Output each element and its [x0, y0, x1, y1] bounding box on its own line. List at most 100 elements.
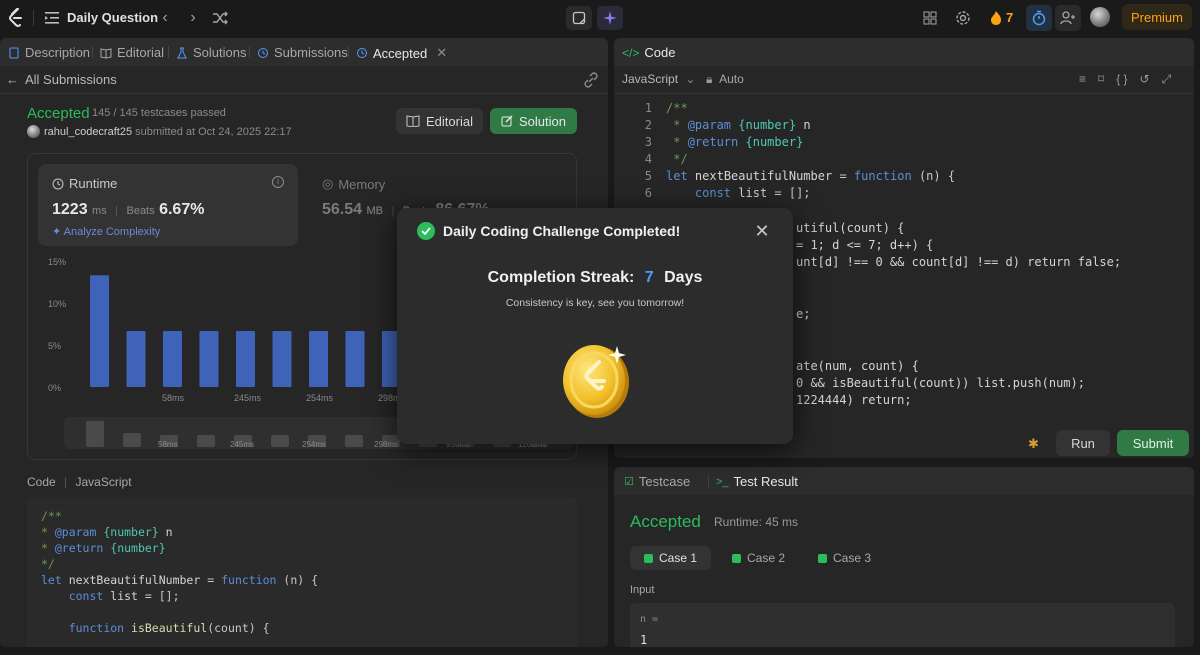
tab-description[interactable]: Description	[8, 45, 90, 60]
tab-editorial[interactable]: Editorial	[100, 45, 164, 60]
distribution-bar[interactable]	[309, 330, 328, 387]
share-link-icon[interactable]	[583, 72, 599, 88]
mini-tick-label: 245ms	[230, 440, 254, 449]
tab-test-result[interactable]: >_ Test Result	[716, 474, 798, 489]
timer-button[interactable]	[1026, 5, 1052, 31]
problem-list-icon[interactable]	[44, 10, 60, 26]
chevron-right-icon[interactable]: ›	[184, 9, 202, 27]
tab-accepted[interactable]: Accepted ✕	[356, 45, 447, 61]
add-user-icon	[1060, 11, 1075, 25]
distribution-bar[interactable]	[90, 275, 109, 387]
line-number: 4	[644, 152, 652, 166]
mini-tick-label: 254ms	[302, 440, 326, 449]
premium-button[interactable]: Premium	[1122, 4, 1192, 30]
input-value-box[interactable]: n = 1	[630, 603, 1175, 647]
gear-icon[interactable]	[953, 8, 973, 28]
bookmark-icon[interactable]: ⌑	[1098, 72, 1104, 87]
code-fragment: e;	[796, 307, 811, 321]
input-label: Input	[630, 584, 655, 596]
y-tick-label: 0%	[48, 383, 61, 393]
code-label: Code	[27, 475, 56, 489]
tab-solutions[interactable]: Solutions	[176, 45, 246, 60]
test-runtime: Runtime: 45 ms	[714, 515, 799, 529]
daily-question-title[interactable]: Daily Question	[67, 10, 158, 25]
info-icon[interactable]: i	[272, 176, 284, 188]
line-number: 6	[644, 186, 652, 200]
avatar[interactable]	[1090, 7, 1110, 27]
add-user-button[interactable]	[1055, 5, 1081, 31]
distribution-bar[interactable]	[272, 330, 292, 387]
tab-testcase[interactable]: ☑ Testcase	[624, 474, 690, 489]
mini-bar	[86, 421, 104, 447]
card-title: Runtime	[69, 176, 118, 191]
modal-title: Daily Coding Challenge Completed!	[443, 223, 681, 239]
sparkle-icon: ✦	[52, 226, 62, 238]
fire-streak-icon[interactable]	[986, 8, 1006, 28]
x-tick-label: 58ms	[162, 393, 185, 403]
auto-mode-toggle[interactable]: 🔒︎ Auto	[706, 72, 744, 87]
close-icon[interactable]: ✕	[436, 45, 447, 61]
check-icon	[644, 553, 653, 563]
layout-grid-icon[interactable]	[920, 8, 940, 28]
card-title: Memory	[338, 176, 386, 192]
language-select[interactable]: JavaScript ⌄	[622, 72, 695, 86]
close-icon[interactable]: ✕	[753, 222, 771, 240]
edit-icon	[501, 115, 513, 127]
analyze-complexity-link[interactable]: ✦ Analyze Complexity	[52, 225, 160, 238]
line-number: 5	[644, 169, 652, 183]
lock-icon: 🔒︎	[706, 72, 713, 86]
solution-button[interactable]: Solution	[490, 108, 577, 134]
tab-label: Solutions	[193, 45, 247, 60]
clock-icon	[52, 178, 64, 189]
input-value: 1	[640, 633, 648, 647]
case-tab-3[interactable]: Case 3	[804, 546, 885, 570]
distribution-bar[interactable]	[163, 330, 182, 387]
memory-label: ◎ Memory	[322, 176, 385, 192]
distribution-bar[interactable]	[345, 330, 365, 387]
x-tick-label: 245ms	[234, 393, 262, 403]
submitted-code[interactable]: /** * @param {number} n * @return {numbe…	[27, 497, 577, 647]
distribution-bar[interactable]	[199, 330, 219, 387]
x-tick-label: 254ms	[306, 393, 334, 403]
code-line: let nextBeautifulNumber = function (n) {	[41, 573, 319, 587]
editorial-button[interactable]: Editorial	[396, 108, 483, 134]
submitted-at: submitted at Oct 24, 2025 22:17	[135, 126, 292, 138]
reset-icon[interactable]: ↺	[1140, 72, 1150, 87]
expand-icon[interactable]: ⤢	[1162, 72, 1172, 87]
tab-submissions[interactable]: Submissions	[257, 45, 348, 60]
braces-icon[interactable]: { }	[1116, 72, 1127, 87]
line-number: 1	[644, 101, 652, 115]
case-tab-2[interactable]: Case 2	[718, 546, 799, 570]
distribution-bar[interactable]	[126, 330, 146, 387]
debug-bug-icon[interactable]: ✱	[1028, 436, 1039, 452]
code-line: * @return {number}	[41, 541, 166, 555]
notes-button[interactable]	[566, 6, 592, 30]
streak-count[interactable]: 7	[1006, 10, 1013, 25]
memory-chip-icon: ◎	[322, 176, 334, 191]
mini-bar	[197, 435, 215, 447]
format-icon[interactable]: ≡	[1079, 72, 1086, 87]
tab-code[interactable]: </> Code	[622, 45, 675, 60]
book-icon	[406, 115, 420, 127]
y-tick-label: 15%	[48, 257, 66, 267]
leetcode-logo-icon[interactable]	[8, 8, 24, 28]
chevron-left-icon[interactable]: ‹	[156, 9, 174, 27]
memory-unit: MB	[366, 205, 384, 217]
code-line: /**	[41, 509, 62, 523]
all-submissions-link[interactable]: ← All Submissions	[6, 72, 117, 87]
note-icon	[572, 11, 586, 25]
username[interactable]: rahul_codecraft25	[44, 126, 132, 138]
code-fragment: 1224444) return;	[796, 393, 912, 407]
distribution-bar[interactable]	[236, 330, 255, 387]
streak-label: Completion Streak:	[487, 269, 635, 286]
submit-button[interactable]: Submit	[1117, 430, 1189, 456]
sparkle-icon	[603, 11, 617, 25]
case-tab-1[interactable]: Case 1	[630, 546, 712, 570]
avatar[interactable]	[27, 125, 40, 138]
shuffle-icon[interactable]	[212, 10, 228, 26]
code-fragment: = 1; d <= 7; d++) {	[796, 238, 934, 252]
run-button[interactable]: Run	[1056, 430, 1110, 456]
ai-assistant-button[interactable]	[597, 6, 623, 30]
code-fragment: utiful(count) {	[796, 221, 905, 235]
runtime-card[interactable]: Runtime i 1223 ms | Beats 6.67% ✦ Analyz…	[38, 164, 298, 246]
